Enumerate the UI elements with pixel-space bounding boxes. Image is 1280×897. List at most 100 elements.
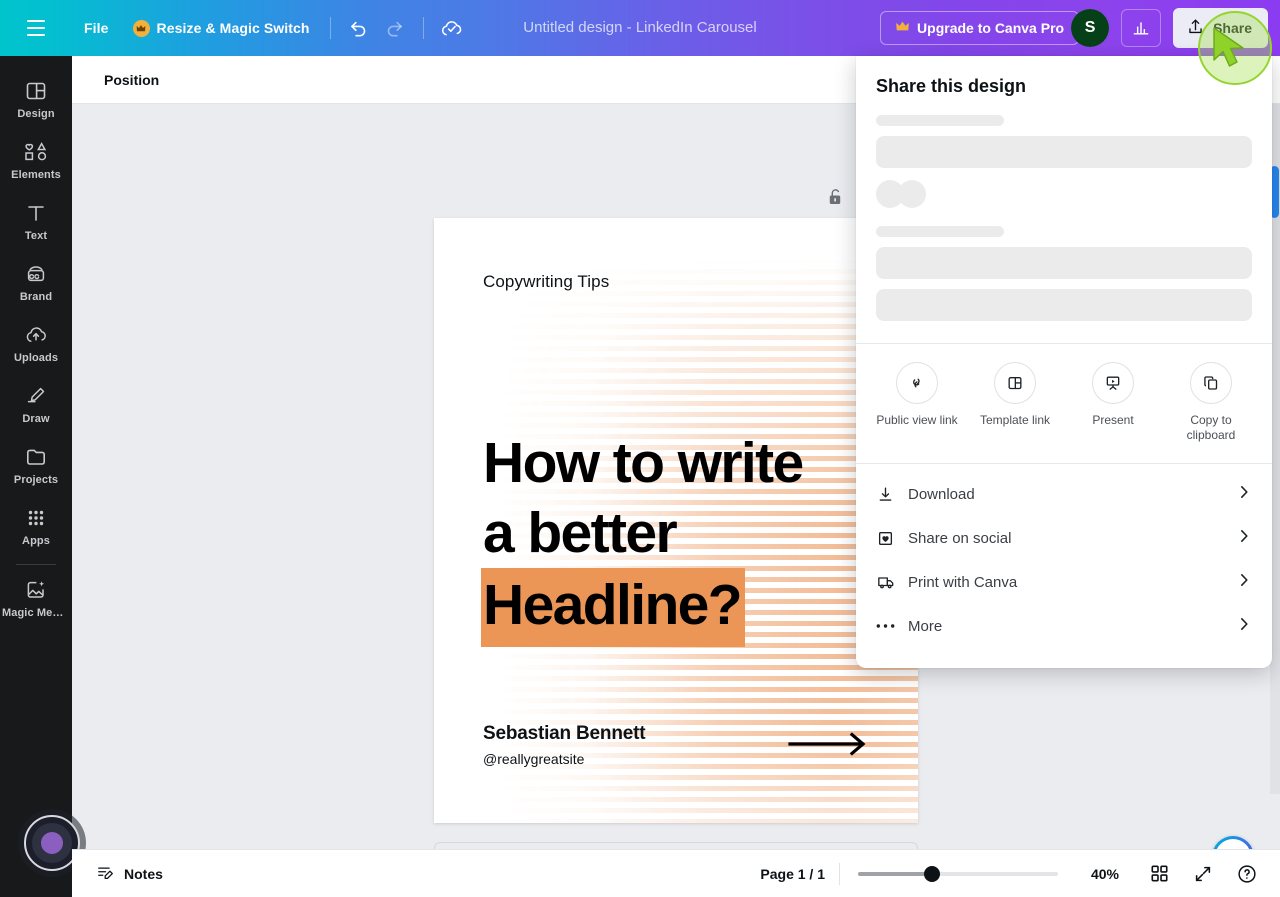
sidebar-item-projects[interactable]: Projects (0, 434, 72, 495)
menu-label: Print with Canva (908, 573, 1018, 591)
chevron-right-icon (1236, 616, 1252, 637)
upgrade-to-canva-pro-button[interactable]: Upgrade to Canva Pro (880, 11, 1080, 45)
help-question-icon[interactable] (1228, 855, 1266, 893)
bottom-divider (839, 862, 840, 885)
header-divider-2 (422, 17, 424, 39)
design-headline[interactable]: How to write a better Headline? (481, 428, 804, 647)
download-arrow-icon (876, 485, 902, 504)
sidebar-item-text[interactable]: Text (0, 190, 72, 251)
headline-line-2: a better (483, 501, 678, 565)
sidebar-item-label: Magic Med… (2, 607, 70, 619)
sidebar-item-label: Uploads (13, 352, 59, 364)
delivery-truck-icon (876, 572, 902, 592)
unlocked-padlock-icon[interactable] (820, 182, 850, 212)
upgrade-crown-icon (895, 20, 910, 36)
share-menu-list: Download Share on social Print with Canv… (856, 464, 1272, 648)
headline-highlight: Headline? (481, 568, 745, 647)
file-menu-button[interactable]: File (74, 13, 119, 43)
sidebar-item-label: Text (24, 230, 48, 242)
template-layout-icon (994, 362, 1036, 404)
design-author-name[interactable]: Sebastian Bennett (483, 723, 646, 745)
template-link-action[interactable]: Template link (966, 362, 1064, 443)
hamburger-menu-icon[interactable] (14, 6, 58, 50)
grid-view-icon[interactable] (1140, 855, 1178, 893)
magic-sparkle-button[interactable] (1212, 836, 1254, 849)
cloud-check-icon[interactable] (434, 10, 470, 46)
sidebar-item-apps[interactable]: Apps (0, 495, 72, 556)
share-menu-share-on-social[interactable]: Share on social (856, 516, 1272, 560)
copy-to-clipboard-action[interactable]: Copy to clipboard (1162, 362, 1260, 443)
sidebar-item-magic-media[interactable]: Magic Med… (0, 567, 72, 628)
upgrade-label: Upgrade to Canva Pro (917, 20, 1065, 36)
menu-label: Share on social (908, 529, 1012, 547)
header-right-cluster: Upgrade to Canva Pro + S Share (880, 8, 1280, 48)
sidebar-item-elements[interactable]: Elements (0, 129, 72, 190)
sidebar-item-label: Elements (11, 169, 61, 181)
share-quick-actions: Public view link Template link Present C… (856, 344, 1272, 449)
skeleton-input-3 (876, 289, 1252, 321)
action-label: Template link (979, 413, 1051, 427)
recording-inner-ring (32, 823, 72, 863)
present-screen-icon (1092, 362, 1134, 404)
expand-fullscreen-icon[interactable] (1184, 855, 1222, 893)
right-arrow-icon[interactable] (788, 731, 870, 762)
sidebar-item-label: Brand (19, 291, 53, 303)
canva-editor-window: File Resize & Magic Switch Untitled desi… (0, 0, 1280, 897)
top-header-bar: File Resize & Magic Switch Untitled desi… (0, 0, 1280, 56)
share-upload-icon (1186, 17, 1205, 39)
redo-icon[interactable] (377, 10, 413, 46)
share-label: Share (1213, 20, 1252, 36)
zoom-slider-knob[interactable] (924, 865, 940, 882)
resize-magic-switch-button[interactable]: Resize & Magic Switch (123, 13, 320, 44)
magic-sparkle-icon (1215, 839, 1251, 849)
skeleton-label-2 (876, 226, 1004, 237)
notes-icon (96, 863, 115, 885)
notes-button[interactable]: Notes (88, 857, 171, 891)
undo-icon[interactable] (341, 10, 377, 46)
menu-label: More (908, 617, 943, 635)
zoom-slider-track-filled (858, 871, 932, 876)
share-menu-download[interactable]: Download (856, 472, 1272, 516)
present-action[interactable]: Present (1064, 362, 1162, 443)
zoom-slider[interactable] (858, 865, 1058, 883)
sidebar-divider (16, 564, 56, 565)
chevron-right-icon (1236, 484, 1252, 505)
position-button[interactable]: Position (96, 66, 167, 94)
bottom-status-bar: Notes Page 1 / 1 40% (72, 849, 1280, 897)
sidebar-item-design[interactable]: Design (0, 68, 72, 129)
insights-bar-chart-icon[interactable] (1121, 9, 1162, 47)
link-chain-icon (896, 362, 938, 404)
action-label: Public view link (876, 413, 958, 427)
more-ellipsis-icon (876, 622, 902, 630)
skeleton-input-1 (876, 136, 1252, 168)
sidebar-item-uploads[interactable]: Uploads (0, 312, 72, 373)
design-eyebrow-text[interactable]: Copywriting Tips (483, 272, 609, 292)
share-button[interactable]: Share (1173, 8, 1268, 48)
skeleton-input-2 (876, 247, 1252, 279)
design-page-1[interactable]: Copywriting Tips How to write a better H… (434, 218, 918, 823)
avatar[interactable]: S (1071, 9, 1110, 47)
sidebar-item-label: Apps (22, 535, 50, 547)
share-this-design-panel: Share this design Public view link Templ… (856, 56, 1272, 668)
menu-label: Download (908, 485, 975, 503)
notes-label: Notes (124, 865, 163, 882)
share-menu-print-with-canva[interactable]: Print with Canva (856, 560, 1272, 604)
public-view-link-action[interactable]: Public view link (868, 362, 966, 443)
header-divider-1 (329, 17, 331, 39)
sidebar-item-label: Draw (22, 413, 50, 425)
crown-icon (132, 19, 150, 37)
design-author-handle[interactable]: @reallygreatsite (483, 751, 584, 767)
sidebar-item-brand[interactable]: Brand (0, 251, 72, 312)
social-heart-icon (876, 529, 902, 548)
headline-line-1: How to write (483, 431, 804, 495)
skeleton-avatar (898, 180, 926, 208)
recording-core-dot (41, 832, 63, 854)
share-menu-more[interactable]: More (856, 604, 1272, 648)
add-page-button[interactable]: + Add page (434, 842, 918, 849)
sidebar-item-draw[interactable]: Draw (0, 373, 72, 434)
sidebar-item-label: Design (17, 108, 55, 120)
action-label: Present (1092, 413, 1134, 427)
zoom-percentage[interactable]: 40% (1076, 866, 1134, 882)
sidebar-item-label: Projects (13, 474, 59, 486)
skeleton-avatar-group (876, 180, 1272, 208)
